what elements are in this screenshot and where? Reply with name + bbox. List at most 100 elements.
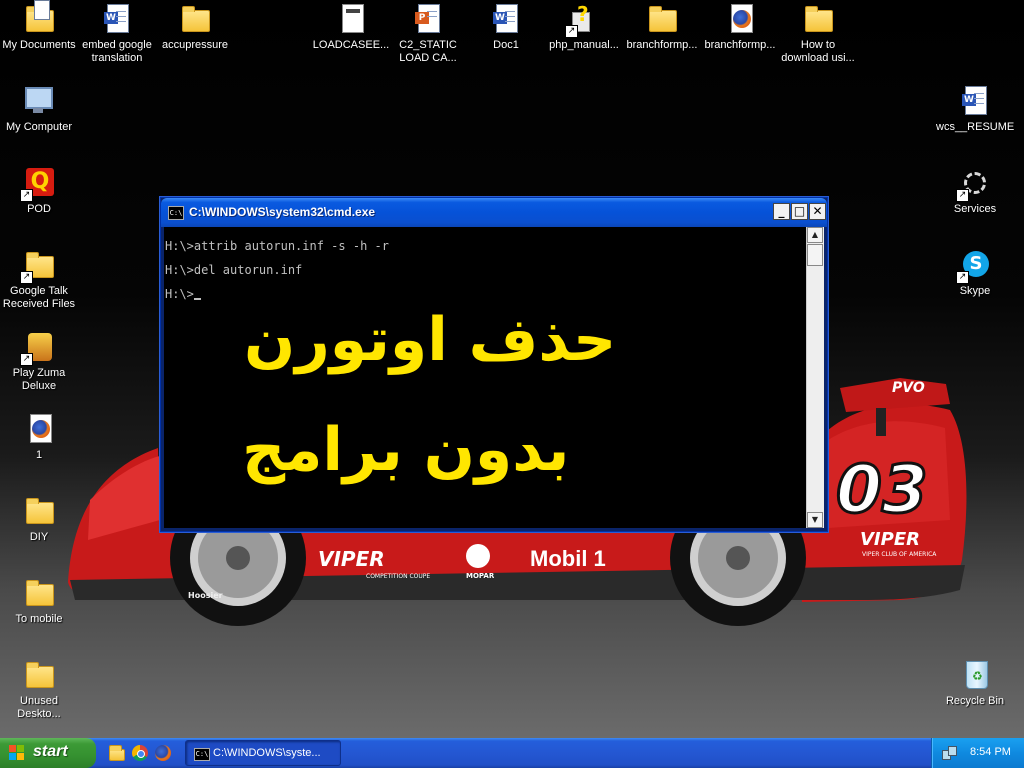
firefox-document-icon (22, 412, 56, 446)
taskbar-button-label: C:\WINDOWS\syste... (213, 747, 321, 759)
folder-icon (22, 576, 56, 610)
desktop-icon-label: Google Talk Received Files (2, 285, 76, 310)
desktop-icon-branchformp-html[interactable]: branchformp... (701, 2, 779, 52)
desktop-icon-label: php_manual... (549, 39, 619, 51)
pod-q-icon: Q ↗ (20, 166, 56, 202)
desktop-icon-label: wcs__RESUME (936, 121, 1015, 133)
desktop-icon-label: Recycle Bin (945, 695, 1005, 707)
desktop-icon-pod[interactable]: Q ↗ POD (0, 166, 78, 216)
desktop-icon-skype[interactable]: S ↗ Skype (936, 248, 1014, 298)
start-label: start (33, 743, 68, 760)
desktop-icon-label: Skype (959, 285, 991, 297)
desktop-icon-my-computer[interactable]: My Computer (0, 84, 78, 134)
start-button[interactable]: start (0, 738, 96, 768)
folder-shortcut-icon: ↗ (20, 248, 56, 284)
desktop-icon-how-to-download[interactable]: How to download usi... (779, 2, 857, 65)
vertical-scrollbar[interactable]: ▲ ▼ (806, 227, 824, 528)
folder-icon (801, 2, 835, 36)
skype-icon: S ↗ (956, 248, 992, 284)
folder-icon (22, 494, 56, 528)
scroll-down-arrow-icon[interactable]: ▼ (807, 512, 823, 528)
minimize-button[interactable]: _ (773, 203, 790, 220)
folder-icon (22, 658, 56, 692)
desktop-icon-label: 1 (35, 449, 43, 461)
folder-icon (178, 2, 212, 36)
desktop-icon-embed-google-translation[interactable]: W embed google translation (78, 2, 156, 65)
viper-logo: VIPER (318, 547, 385, 571)
mobil1-logo: Mobil 1 (530, 546, 606, 571)
scroll-thumb[interactable] (807, 244, 823, 266)
powerpoint-document-icon: P (411, 2, 445, 36)
folder-icon (645, 2, 679, 36)
desktop-icon-loadcasee[interactable]: LOADCASEE... (312, 2, 390, 52)
desktop-icon-1[interactable]: 1 (0, 412, 78, 462)
desktop-icon-label: C2_STATIC LOAD CA... (399, 39, 457, 64)
desktop-icon-branchformp-folder[interactable]: branchformp... (623, 2, 701, 52)
quick-launch-folder-icon[interactable] (108, 744, 126, 762)
desktop-icon-c2-static-load-ca[interactable]: P C2_STATIC LOAD CA... (389, 2, 467, 65)
desktop-icon-my-documents[interactable]: My Documents (0, 0, 78, 52)
arabic-overlay-title-line2: بدون برامج (242, 415, 570, 485)
desktop-icon-label: branchformp... (626, 39, 698, 51)
console-prompt-line: H:\> (165, 287, 201, 301)
desktop-icon-label: DIY (29, 531, 49, 543)
desktop-icon-to-mobile[interactable]: To mobile (0, 576, 78, 626)
wing-pvo-logo: PVO (892, 380, 925, 396)
text-cursor (193, 298, 201, 300)
desktop-icon-php-manual[interactable]: ? ↗ php_manual... (545, 2, 623, 52)
clock[interactable]: 8:54 PM (970, 746, 1011, 758)
desktop-icon-accupressure[interactable]: accupressure (156, 2, 234, 52)
desktop-icon-label: LOADCASEE... (312, 39, 390, 51)
desktop-icon-label: Services (953, 203, 997, 215)
cmd-window-icon[interactable]: C:\ (168, 206, 184, 220)
desktop: PVO 03 VIPER COMPETITION COUPE MOPAR Mob… (0, 0, 1024, 738)
recycle-bin-icon: ♻ (958, 658, 992, 692)
desktop-icon-label: Play Zuma Deluxe (12, 367, 66, 392)
cmd-titlebar[interactable]: C:\ C:\WINDOWS\system32\cmd.exe _ □ ✕ (161, 198, 827, 227)
console-area[interactable]: H:\>attrib autorun.inf -s -h -r H:\>del … (164, 227, 806, 528)
desktop-icon-label: Doc1 (493, 39, 519, 51)
desktop-icon-recycle-bin[interactable]: ♻ Recycle Bin (936, 658, 1014, 708)
desktop-icon-doc1[interactable]: W Doc1 (467, 2, 545, 52)
network-connection-icon[interactable] (942, 746, 957, 760)
zuma-icon: ↗ (20, 330, 56, 366)
desktop-icon-label: My Documents (2, 39, 76, 51)
console-line: H:\>del autorun.inf (165, 263, 303, 277)
windows-flag-icon (9, 745, 25, 761)
word-document-icon: W (958, 84, 992, 118)
console-prompt: H:\> (165, 287, 194, 301)
firefox-document-icon (723, 2, 757, 36)
desktop-icon-label: Unused Deskto... (17, 695, 61, 720)
desktop-icon-label: embed google translation (82, 39, 152, 64)
car-number: 03 (836, 451, 928, 528)
mopar-logo: MOPAR (466, 572, 495, 580)
taskbar-button-cmd[interactable]: C:\ C:\WINDOWS\syste... (185, 740, 341, 766)
services-gear-icon: ↗ (956, 166, 992, 202)
desktop-icon-label: How to download usi... (781, 39, 855, 64)
desktop-icon-label: POD (27, 203, 51, 215)
desktop-icon-diy[interactable]: DIY (0, 494, 78, 544)
desktop-icon-google-talk-received-files[interactable]: ↗ Google Talk Received Files (0, 248, 78, 311)
desktop-icon-wcs-resume[interactable]: W wcs__RESUME (936, 84, 1014, 134)
word-document-icon: W (100, 2, 134, 36)
viper-club-logo: VIPER (860, 529, 920, 550)
cmd-window[interactable]: C:\ C:\WINDOWS\system32\cmd.exe _ □ ✕ H:… (160, 197, 828, 532)
desktop-icon-play-zuma-deluxe[interactable]: ↗ Play Zuma Deluxe (0, 330, 78, 393)
viper-club-subtext: VIPER CLUB OF AMERICA (862, 551, 937, 558)
desktop-icon-label: branchformp... (704, 39, 776, 51)
quick-launch-chrome-icon[interactable] (131, 744, 149, 762)
quick-launch-firefox-icon[interactable] (154, 744, 172, 762)
scroll-up-arrow-icon[interactable]: ▲ (807, 227, 823, 243)
close-button[interactable]: ✕ (809, 203, 826, 220)
word-document-icon: W (489, 2, 523, 36)
tire-lettering: Hoosier (188, 591, 223, 600)
system-tray: 8:54 PM (931, 738, 1024, 768)
my-computer-icon (22, 84, 56, 118)
desktop-icon-services[interactable]: ↗ Services (936, 166, 1014, 216)
cmd-window-title: C:\WINDOWS\system32\cmd.exe (189, 205, 376, 219)
console-line: H:\>attrib autorun.inf -s -h -r (165, 239, 389, 253)
maximize-button[interactable]: □ (791, 203, 808, 220)
help-file-icon: ? ↗ (565, 2, 601, 38)
desktop-icon-label: accupressure (161, 39, 229, 51)
desktop-icon-unused-desktop[interactable]: Unused Deskto... (0, 658, 78, 721)
